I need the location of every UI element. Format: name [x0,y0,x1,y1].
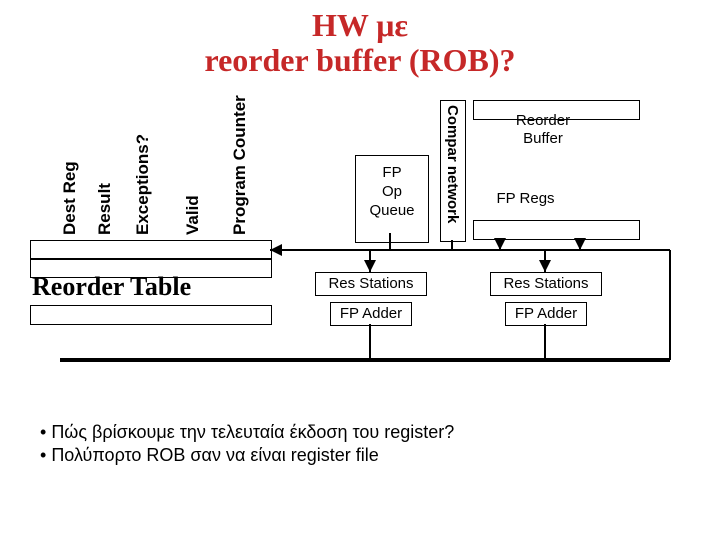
table-row [473,220,640,240]
title-line-2: reorder buffer (ROB)? [0,43,720,78]
title-line-1: HW με [0,8,720,43]
col-result: Result [95,183,115,235]
table-row [30,305,272,325]
res-stations-label-1: Res Stations [328,275,413,292]
table-row [473,100,640,120]
compar-network-box: Compar network [440,100,466,242]
col-exceptions: Exceptions? [133,134,153,235]
col-valid: Valid [183,195,203,235]
bullets: • Πώς βρίσκουμε την τελευταία έκδοση του… [40,420,454,468]
bullet-2: • Πολύπορτο ROB σαν να είναι register fi… [40,445,454,466]
bullet-1: • Πώς βρίσκουμε την τελευταία έκδοση του… [40,422,454,443]
res-stations-label-2: Res Stations [503,275,588,292]
fp-adder-label-1: FP Adder [340,305,402,322]
diagram: Dest Reg Result Exceptions? Valid Progra… [30,100,690,390]
fp-regs-label: FP Regs [496,190,554,207]
reorder-table-label: Reorder Table [32,272,191,302]
compar-network-label: Compar network [444,105,461,223]
fp-adder-box-2: FP Adder [505,302,587,326]
table-row [30,240,272,260]
fp-op-queue-label: FPOpQueue [369,164,414,219]
fp-adder-box-1: FP Adder [330,302,412,326]
res-stations-box-2: Res Stations [490,272,602,296]
res-stations-box-1: Res Stations [315,272,427,296]
fp-op-queue-box: FPOpQueue [355,155,429,243]
col-program-counter: Program Counter [230,95,250,235]
fp-adder-label-2: FP Adder [515,305,577,322]
fp-regs-box: FP Regs [483,188,568,210]
col-dest-reg: Dest Reg [60,161,80,235]
